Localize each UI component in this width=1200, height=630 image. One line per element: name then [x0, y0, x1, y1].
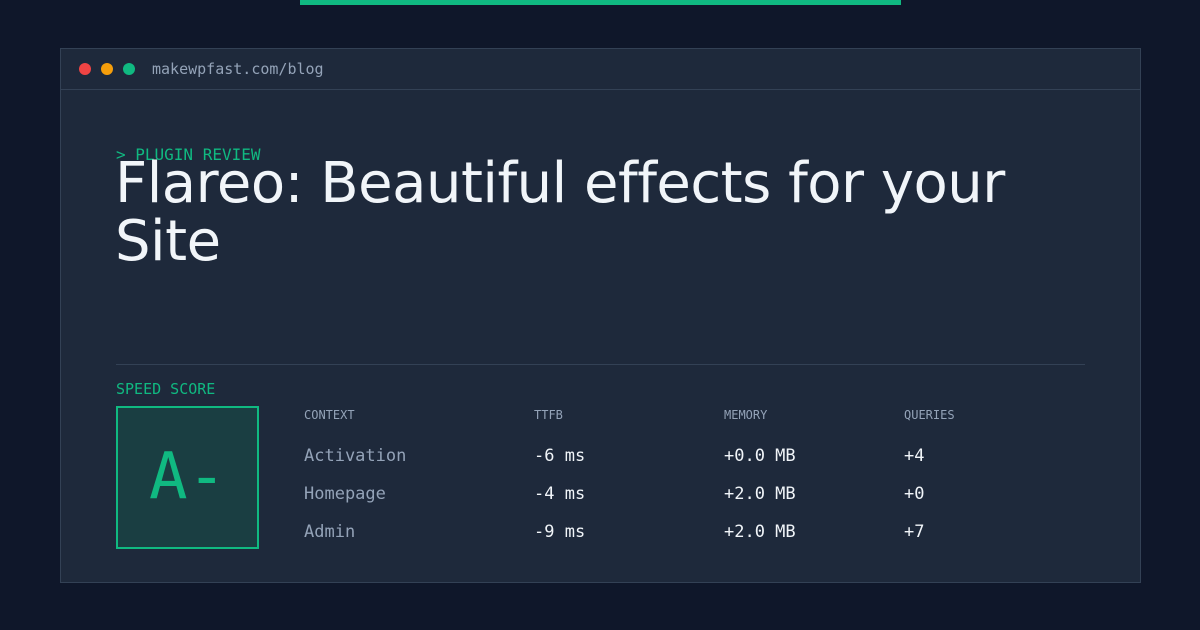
top-accent-bar: [300, 0, 901, 5]
row-ttfb: -9 ms: [534, 522, 586, 542]
row-queries: +0: [904, 484, 925, 504]
minimize-dot-icon[interactable]: [101, 63, 113, 75]
row-queries: +7: [904, 522, 925, 542]
url-text: makewpfast.com/blog: [152, 60, 324, 78]
column-header-context: CONTEXT: [304, 408, 355, 422]
maximize-dot-icon[interactable]: [123, 63, 135, 75]
close-dot-icon[interactable]: [79, 63, 91, 75]
column-header-ttfb: TTFB: [534, 408, 563, 422]
row-memory: +2.0 MB: [724, 522, 796, 542]
column-header-memory: MEMORY: [724, 408, 768, 422]
speed-grade-badge: A-: [116, 406, 259, 549]
row-ttfb: -6 ms: [534, 446, 586, 466]
column-header-queries: QUERIES: [904, 408, 955, 422]
speed-score-label: SPEED SCORE: [116, 380, 216, 398]
section-divider: [116, 364, 1085, 365]
row-memory: +0.0 MB: [724, 446, 796, 466]
row-context: Admin: [304, 522, 356, 542]
row-context: Activation: [304, 446, 407, 466]
window-titlebar: makewpfast.com/blog: [61, 49, 1140, 90]
browser-window: makewpfast.com/blog > PLUGIN REVIEW Flar…: [60, 48, 1141, 583]
row-queries: +4: [904, 446, 925, 466]
article-title: Flareo: Beautiful effects for your Site: [115, 151, 1005, 274]
row-memory: +2.0 MB: [724, 484, 796, 504]
row-ttfb: -4 ms: [534, 484, 586, 504]
row-context: Homepage: [304, 484, 386, 504]
